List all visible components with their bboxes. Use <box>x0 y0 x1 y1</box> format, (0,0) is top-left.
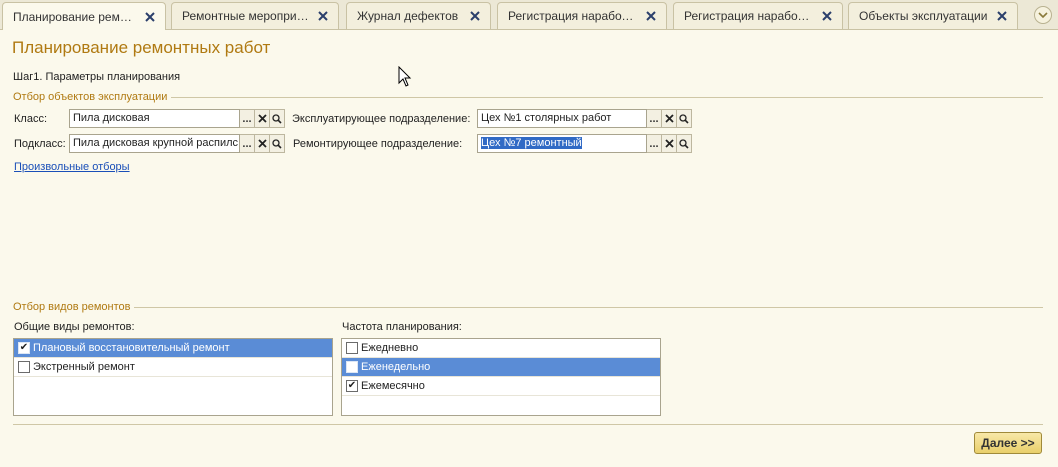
tab-operation-objects[interactable]: Объекты эксплуатации <box>848 2 1018 29</box>
tab-defects-journal[interactable]: Журнал дефектов <box>346 2 491 29</box>
divider <box>13 424 1043 425</box>
close-icon[interactable] <box>468 9 482 23</box>
list-item-label: Еженедельно <box>361 361 431 373</box>
search-button[interactable] <box>677 134 692 153</box>
clear-icon <box>664 114 674 123</box>
repair-types-filter-caption: Отбор видов ремонтов <box>13 301 1043 313</box>
ellipsis-button[interactable]: ... <box>240 134 255 153</box>
list-item[interactable]: Еженедельно <box>342 358 660 377</box>
clear-icon <box>257 114 267 123</box>
search-icon <box>272 138 282 149</box>
tab-bar: Планирование ремонтн... Ремонтные меропр… <box>0 0 1058 30</box>
subclass-input[interactable]: Пила дисковая крупной распилс <box>69 134 240 153</box>
tabs-menu-button[interactable] <box>1034 6 1052 24</box>
clear-button[interactable] <box>255 134 270 153</box>
clear-icon <box>664 139 674 148</box>
checkbox[interactable]: ✔ <box>18 342 30 354</box>
class-field: Пила дисковая ... <box>69 109 285 128</box>
step-title: Шаг1. Параметры планирования <box>13 71 181 83</box>
repair-unit-field: Цех №7 ремонтный ... <box>477 134 692 153</box>
close-icon[interactable] <box>820 9 834 23</box>
search-button[interactable] <box>270 109 285 128</box>
checkbox[interactable] <box>346 342 358 354</box>
tab-label: Регистрация наработок ... <box>684 9 814 23</box>
objects-filter-caption: Отбор объектов эксплуатации <box>13 91 1043 103</box>
selected-text: Цех №7 ремонтный <box>481 137 582 149</box>
clear-button[interactable] <box>662 109 677 128</box>
checkbox[interactable]: ✔ <box>346 380 358 392</box>
frequency-label: Частота планирования: <box>342 321 462 333</box>
tab-label: Ремонтные мероприятия <box>182 9 310 23</box>
search-button[interactable] <box>270 134 285 153</box>
clear-button[interactable] <box>255 109 270 128</box>
mouse-cursor-icon <box>398 66 412 87</box>
page-title: Планирование ремонтных работ <box>12 38 271 57</box>
close-icon[interactable] <box>995 9 1009 23</box>
tab-repair-planning[interactable]: Планирование ремонтн... <box>2 2 166 30</box>
search-icon <box>272 113 282 124</box>
list-item[interactable]: ✔ Ежемесячно <box>342 377 660 396</box>
tab-label: Объекты эксплуатации <box>859 9 988 23</box>
clear-icon <box>257 139 267 148</box>
subclass-label: Подкласс: <box>14 138 66 150</box>
operating-unit-field: Цех №1 столярных работ ... <box>477 109 692 128</box>
list-item-label: Экстренный ремонт <box>33 361 135 373</box>
tab-repair-activities[interactable]: Ремонтные мероприятия <box>171 2 339 29</box>
subclass-field: Пила дисковая крупной распилс ... <box>69 134 285 153</box>
repair-unit-label: Ремонтирующее подразделение: <box>293 138 463 150</box>
group-caption-text: Отбор объектов эксплуатации <box>13 91 168 103</box>
general-repair-types-list: ✔ Плановый восстановительный ремонт Экст… <box>13 338 333 416</box>
list-item-label: Ежемесячно <box>361 380 425 392</box>
search-button[interactable] <box>677 109 692 128</box>
list-item-label: Ежедневно <box>361 342 419 354</box>
group-caption-text: Отбор видов ремонтов <box>13 301 131 313</box>
custom-filters-link[interactable]: Произвольные отборы <box>14 161 130 173</box>
close-icon[interactable] <box>644 9 658 23</box>
list-item[interactable]: ✔ Плановый восстановительный ремонт <box>14 339 332 358</box>
close-icon[interactable] <box>316 9 330 23</box>
tab-runtime-registration-2[interactable]: Регистрация наработок ... <box>673 2 843 29</box>
clear-button[interactable] <box>662 134 677 153</box>
next-button[interactable]: Далее >> <box>974 432 1042 454</box>
close-icon[interactable] <box>143 10 157 24</box>
ellipsis-button[interactable]: ... <box>647 109 662 128</box>
search-icon <box>679 138 689 149</box>
frequency-list: Ежедневно Еженедельно ✔ Ежемесячно <box>341 338 661 416</box>
chevron-down-icon <box>1038 12 1048 19</box>
general-repair-types-label: Общие виды ремонтов: <box>14 321 135 333</box>
class-input[interactable]: Пила дисковая <box>69 109 240 128</box>
class-label: Класс: <box>14 113 47 125</box>
list-item[interactable]: Экстренный ремонт <box>14 358 332 377</box>
ellipsis-button[interactable]: ... <box>647 134 662 153</box>
tab-label: Регистрация наработок ... <box>508 9 638 23</box>
checkbox[interactable] <box>346 361 358 373</box>
tab-runtime-registration-1[interactable]: Регистрация наработок ... <box>497 2 667 29</box>
ellipsis-button[interactable]: ... <box>240 109 255 128</box>
list-item-label: Плановый восстановительный ремонт <box>33 342 230 354</box>
checkbox[interactable] <box>18 361 30 373</box>
operating-unit-input[interactable]: Цех №1 столярных работ <box>477 109 647 128</box>
divider <box>171 96 1043 98</box>
operating-unit-label: Эксплуатирующее подразделение: <box>292 113 471 125</box>
tab-label: Планирование ремонтн... <box>13 9 137 24</box>
repair-unit-input[interactable]: Цех №7 ремонтный <box>477 134 647 153</box>
tab-label: Журнал дефектов <box>357 9 459 23</box>
list-item[interactable]: Ежедневно <box>342 339 660 358</box>
search-icon <box>679 113 689 124</box>
divider <box>134 306 1043 308</box>
